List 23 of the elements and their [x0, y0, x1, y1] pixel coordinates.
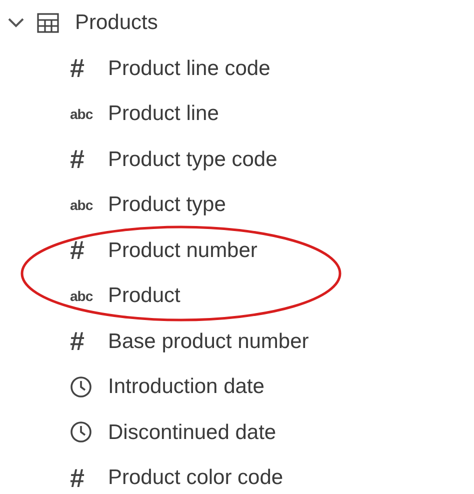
clock-icon	[70, 421, 92, 444]
number-type-icon: #	[70, 55, 84, 82]
field-name[interactable]: Base product number	[108, 326, 309, 357]
text-type-icon: abc	[70, 288, 93, 303]
number-type-icon: #	[70, 146, 84, 172]
chevron-down-icon[interactable]	[7, 16, 25, 29]
number-type-icon: #	[70, 328, 84, 354]
field-name[interactable]: Product number	[108, 234, 258, 266]
table-icon	[37, 12, 59, 33]
field-name[interactable]: Introduction date	[108, 371, 264, 402]
number-type-icon: #	[70, 237, 84, 264]
field-name[interactable]: Product color code	[108, 462, 284, 494]
field-name[interactable]: Discontinued date	[108, 416, 276, 448]
field-name[interactable]: Product line code	[108, 52, 270, 84]
field-name[interactable]: Product line	[108, 98, 219, 130]
field-name[interactable]: Product type	[108, 189, 226, 220]
number-type-icon: #	[70, 464, 84, 491]
clock-icon	[70, 376, 92, 398]
table-name[interactable]: Products	[75, 7, 158, 38]
field-name[interactable]: Product type code	[108, 144, 278, 175]
text-type-icon: abc	[70, 198, 93, 212]
text-type-icon: abc	[70, 106, 93, 121]
field-name[interactable]: Product	[108, 280, 180, 312]
